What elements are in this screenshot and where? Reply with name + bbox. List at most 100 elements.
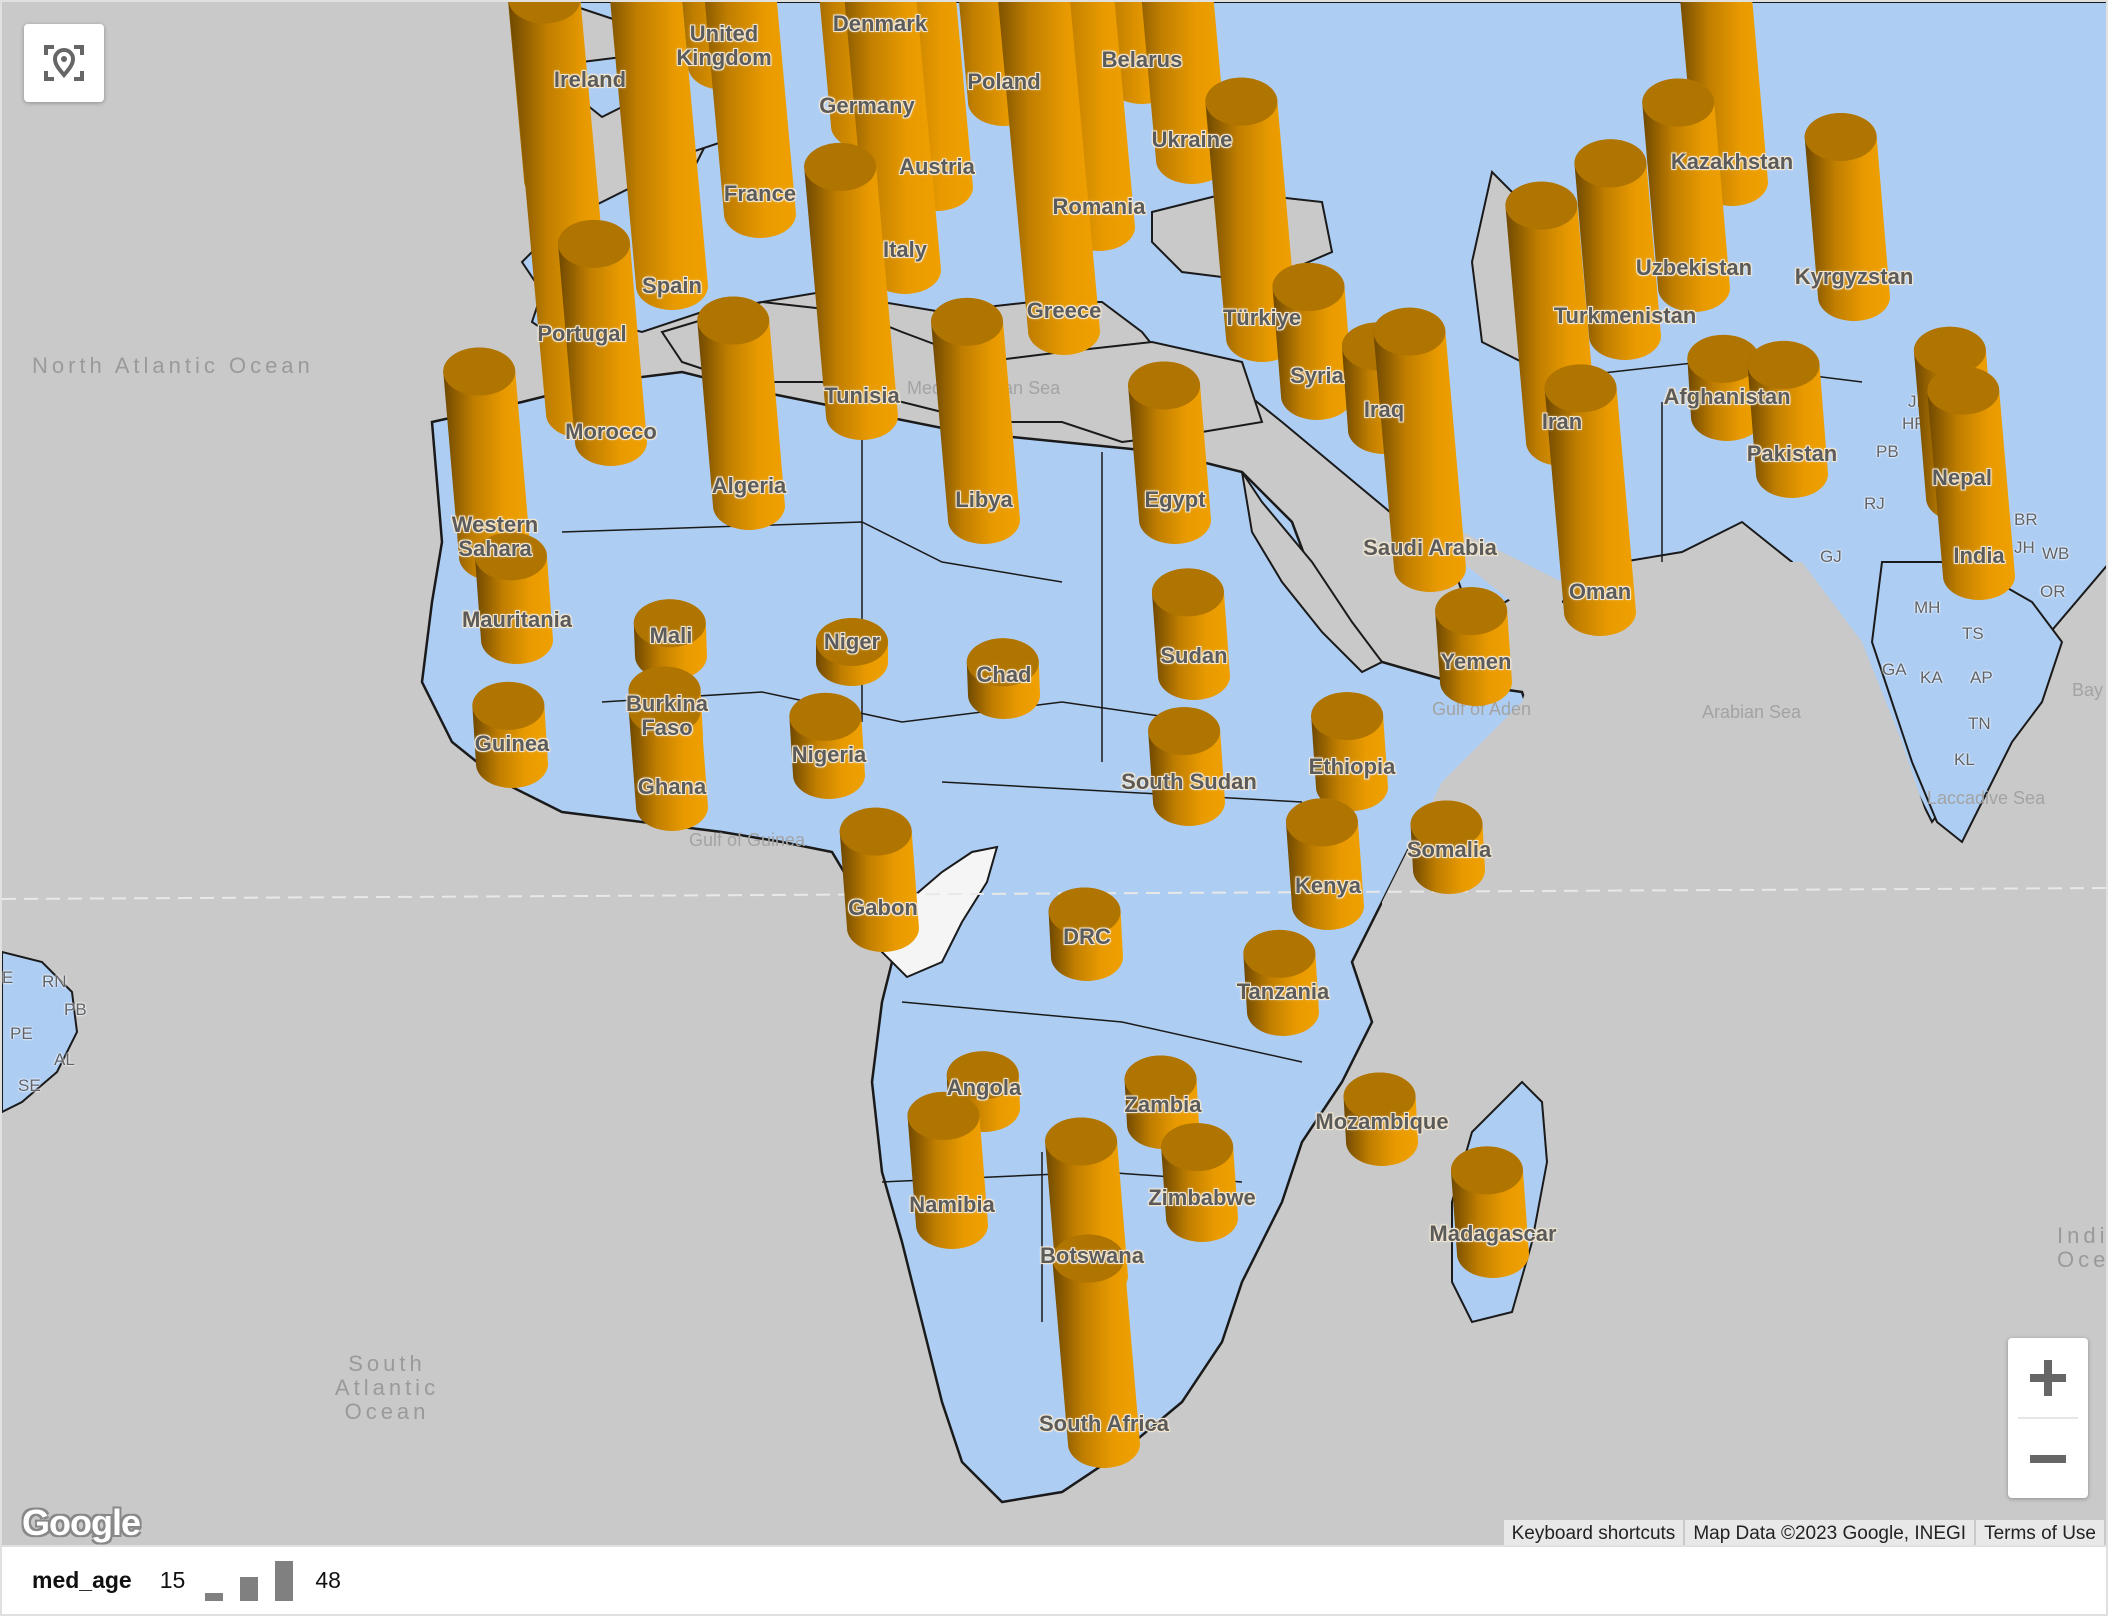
country-label: United Kingdom bbox=[676, 21, 772, 70]
attribution-bar: Keyboard shortcuts Map Data ©2023 Google… bbox=[1503, 1520, 2104, 1545]
state-label: JK bbox=[1908, 392, 1928, 411]
map-canvas[interactable]: North Atlantic Ocean South Atlantic Ocea… bbox=[0, 0, 2108, 1545]
country-label: Egypt bbox=[1144, 487, 1206, 512]
country-label: Angola bbox=[946, 1075, 1022, 1100]
legend-bar-high bbox=[275, 1560, 294, 1601]
country-label: Uzbekistan bbox=[1635, 255, 1753, 280]
zoom-out-button[interactable] bbox=[2008, 1419, 2088, 1498]
state-label: PE bbox=[10, 1024, 33, 1043]
country-label: Saudi Arabia bbox=[1363, 535, 1497, 560]
country-label: Spain bbox=[642, 273, 702, 298]
country-label: Ireland bbox=[553, 67, 627, 92]
state-label: UK bbox=[1938, 442, 1962, 461]
state-label: JH bbox=[2014, 538, 2035, 557]
country-label: Guinea bbox=[474, 731, 550, 756]
country-label: Italy bbox=[882, 237, 928, 262]
country-label: Poland bbox=[967, 69, 1041, 94]
country-label: South Africa bbox=[1039, 1411, 1169, 1436]
country-label: Mozambique bbox=[1315, 1109, 1449, 1134]
state-label: OR bbox=[2040, 582, 2066, 601]
basemap bbox=[2, 2, 2106, 1545]
country-label: Somalia bbox=[1406, 837, 1492, 862]
state-label: LA bbox=[1924, 374, 1945, 393]
country-label: Morocco bbox=[565, 419, 657, 444]
country-label: Algeria bbox=[711, 473, 787, 498]
country-label: Ukraine bbox=[1151, 127, 1233, 152]
state-label: AP bbox=[1970, 668, 1993, 687]
country-label: Tanzania bbox=[1236, 979, 1330, 1004]
country-label: DRC bbox=[1063, 924, 1111, 949]
country-label: Iran bbox=[1541, 409, 1583, 434]
country-label: Mali bbox=[649, 623, 693, 648]
legend-bar-low bbox=[205, 1592, 224, 1601]
country-label: Nigeria bbox=[791, 742, 867, 767]
country-label: Kenya bbox=[1294, 873, 1362, 898]
country-label: Zimbabwe bbox=[1148, 1185, 1256, 1210]
country-label: France bbox=[723, 181, 797, 206]
zoom-control bbox=[2008, 1338, 2088, 1498]
state-label: WB bbox=[2042, 544, 2070, 563]
state-label: BR bbox=[2014, 510, 2038, 529]
country-label: Gabon bbox=[848, 895, 918, 920]
legend: med_age 15 48 bbox=[0, 1545, 2108, 1616]
ocean-label: South Atlantic Ocean bbox=[334, 1351, 440, 1424]
keyboard-shortcuts-link[interactable]: Keyboard shortcuts bbox=[1503, 1520, 1684, 1545]
country-label: Austria bbox=[899, 154, 975, 179]
location-focus-icon bbox=[44, 45, 84, 81]
state-label: TN bbox=[1968, 714, 1991, 733]
country-label: India bbox=[1953, 543, 2005, 568]
state-label: RN bbox=[42, 972, 67, 991]
country-label: Iraq bbox=[1363, 397, 1405, 422]
state-label: PB bbox=[1876, 442, 1899, 461]
country-label: Greece bbox=[1026, 298, 1102, 323]
sea-label: Gulf of Aden bbox=[1432, 699, 1532, 719]
state-label: GA bbox=[1882, 660, 1907, 679]
sea-label: Arabian Sea bbox=[1702, 702, 1802, 722]
ocean-label: Indian Ocean bbox=[2057, 1223, 2108, 1272]
country-label: Mauritania bbox=[461, 607, 573, 632]
country-label: Burkina Faso bbox=[626, 691, 708, 740]
plus-icon bbox=[2030, 1359, 2066, 1396]
state-label: AL bbox=[54, 1050, 75, 1069]
country-label: Kyrgyzstan bbox=[1794, 264, 1914, 289]
country-label: Portugal bbox=[537, 321, 627, 346]
country-label: Afghanistan bbox=[1663, 384, 1791, 409]
country-label: South Sudan bbox=[1121, 769, 1257, 794]
terms-of-use-link[interactable]: Terms of Use bbox=[1976, 1520, 2104, 1545]
country-label: Romania bbox=[1052, 194, 1146, 219]
legend-max: 48 bbox=[315, 1567, 341, 1593]
state-label: GJ bbox=[1820, 547, 1842, 566]
country-label: Zambia bbox=[1124, 1092, 1202, 1117]
legend-bar-mid bbox=[240, 1576, 259, 1601]
state-label: E bbox=[2, 968, 14, 987]
legend-title: med_age bbox=[32, 1567, 132, 1593]
state-label: HP bbox=[1902, 414, 1926, 433]
country-label: Nepal bbox=[1932, 465, 1992, 490]
country-label: Tunisia bbox=[824, 383, 900, 408]
locate-button[interactable] bbox=[24, 24, 104, 102]
country-label: Pakistan bbox=[1746, 441, 1838, 466]
minus-icon bbox=[2030, 1454, 2066, 1463]
zoom-in-button[interactable] bbox=[2008, 1338, 2088, 1417]
country-label: Germany bbox=[819, 93, 915, 118]
state-label: MH bbox=[1914, 598, 1941, 617]
country-label: Turkmenistan bbox=[1553, 303, 1697, 328]
legend-scale bbox=[205, 1560, 294, 1601]
country-label: Türkiye bbox=[1222, 305, 1302, 330]
country-label: Belarus bbox=[1101, 47, 1183, 72]
sea-label: Gulf of Guinea bbox=[689, 830, 806, 850]
country-label: Libya bbox=[955, 487, 1013, 512]
state-label: RJ bbox=[1864, 494, 1885, 513]
sea-label: Mediterranean Sea bbox=[907, 378, 1061, 398]
country-label: Madagascar bbox=[1429, 1221, 1557, 1246]
ocean-label: North Atlantic Ocean bbox=[32, 353, 314, 378]
country-label: Oman bbox=[1568, 579, 1632, 604]
state-label: KL bbox=[1954, 750, 1975, 769]
country-label: Ethiopia bbox=[1308, 754, 1396, 779]
country-label: Niger bbox=[823, 629, 881, 654]
country-label: Sudan bbox=[1160, 643, 1228, 668]
country-label: Botswana bbox=[1040, 1243, 1144, 1268]
country-label: Chad bbox=[976, 662, 1032, 687]
country-label: Yemen bbox=[1440, 649, 1512, 674]
state-label: TS bbox=[1962, 624, 1984, 643]
